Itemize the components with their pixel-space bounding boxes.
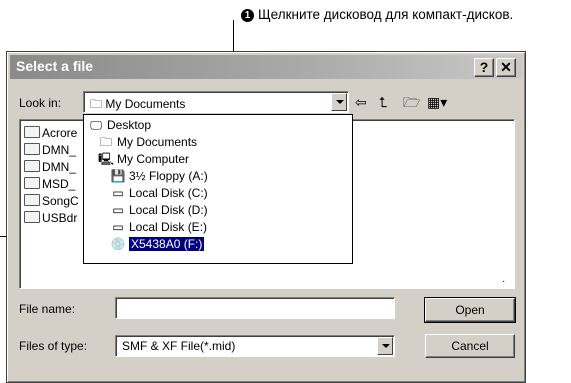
dropdown-item-my-computer[interactable]: 🖳 My Computer <box>98 151 189 168</box>
folder-icon <box>24 194 40 206</box>
look-in-label: Look in: <box>19 96 62 110</box>
folder-icon <box>24 143 40 155</box>
documents-icon: 🗀 <box>90 97 103 111</box>
help-button[interactable]: ? <box>474 58 494 77</box>
open-button[interactable]: Open <box>424 297 516 323</box>
documents-icon: 🗀 <box>99 135 112 149</box>
cancel-button[interactable]: Cancel <box>425 334 515 358</box>
folder-icon <box>24 160 40 172</box>
dropdown-item-local-disk-e[interactable]: ▭ Local Disk (E:) <box>110 219 207 236</box>
list-item[interactable]: DMN_ <box>24 160 76 174</box>
folder-icon <box>24 211 40 223</box>
chevron-down-icon[interactable] <box>377 337 393 355</box>
chevron-down-icon[interactable] <box>331 93 347 111</box>
dropdown-item-floppy-a[interactable]: 💾 3½ Floppy (A:) <box>110 168 208 185</box>
look-in-dropdown-list[interactable]: 🖵 Desktop 🗀 My Documents 🖳 My Computer 💾 3½ … <box>83 114 353 264</box>
select-file-dialog: Select a file ? ✕ Look in: 🗀 My Document… <box>6 51 526 383</box>
cd-drive-icon: 💿 <box>110 237 126 251</box>
dropdown-item-desktop[interactable]: 🖵 Desktop <box>88 117 151 134</box>
list-item[interactable]: MSD_ <box>24 177 75 191</box>
files-of-type-select[interactable]: SMF & XF File(*.mid) <box>115 335 395 357</box>
list-item[interactable]: USBdr <box>24 211 77 225</box>
dropdown-item-local-disk-c[interactable]: ▭ Local Disk (C:) <box>110 185 207 202</box>
close-button[interactable]: ✕ <box>496 58 516 77</box>
file-name-input[interactable] <box>115 297 395 319</box>
look-in-value: My Documents <box>105 97 186 111</box>
files-of-type-label: Files of type: <box>19 339 88 353</box>
list-item[interactable]: Acrore <box>24 126 77 140</box>
list-item[interactable]: DMN_ <box>24 143 76 157</box>
title-bar: Select a file ? ✕ <box>10 55 522 79</box>
up-folder-icon[interactable]: ⮤ <box>379 94 387 110</box>
disk-icon: ▭ <box>112 186 124 200</box>
dropdown-item-local-disk-d[interactable]: ▭ Local Disk (D:) <box>110 202 207 219</box>
look-in-select[interactable]: 🗀 My Documents <box>83 91 349 113</box>
folder-icon <box>24 177 40 189</box>
computer-icon: 🖳 <box>98 152 115 166</box>
scroll-marker: · <box>502 276 506 287</box>
views-menu-icon[interactable]: ▦▾ <box>427 94 447 110</box>
dropdown-item-cd-drive-f[interactable]: 💿 X5438A0 (F:) <box>110 236 205 253</box>
dialog-title: Select a file <box>16 58 94 74</box>
dropdown-item-my-documents[interactable]: 🗀 My Documents <box>98 134 197 151</box>
new-folder-icon[interactable]: 🗁 <box>403 94 420 110</box>
callout-instruction: 1 Щелкните дисковод для компакт-дисков. <box>241 7 513 22</box>
callout-text: Щелкните дисковод для компакт-дисков. <box>258 7 514 22</box>
desktop-icon: 🖵 <box>90 118 102 132</box>
file-name-label: File name: <box>19 302 76 316</box>
disk-icon: ▭ <box>112 203 124 217</box>
disk-icon: ▭ <box>112 220 124 234</box>
folder-icon <box>24 126 40 138</box>
list-item[interactable]: SongC <box>24 194 79 208</box>
callout-number: 1 <box>241 9 254 22</box>
floppy-icon: 💾 <box>110 169 126 183</box>
back-icon[interactable]: ⇦ <box>355 94 367 110</box>
